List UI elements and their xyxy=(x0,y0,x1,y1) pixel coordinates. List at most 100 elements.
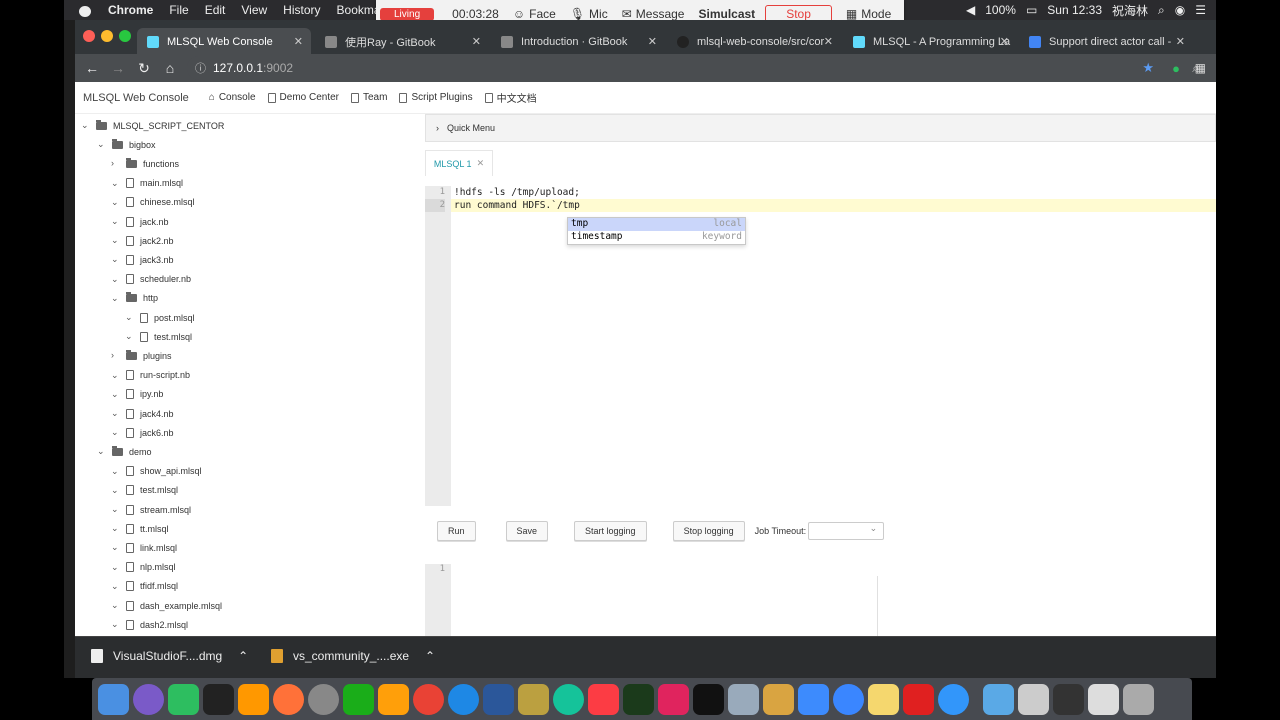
system-preferences-icon[interactable] xyxy=(308,683,339,715)
face-toggle[interactable]: ☺ Face xyxy=(513,7,556,21)
tree-file[interactable]: ⌄ scheduler.nb xyxy=(111,270,191,289)
save-button[interactable]: Save xyxy=(505,521,549,541)
download-item[interactable]: VisualStudioF....dmg ⌃ xyxy=(91,649,248,663)
tree-file[interactable]: ⌄ run-script.nb xyxy=(111,366,190,385)
safari-icon[interactable] xyxy=(448,683,479,715)
preview-icon[interactable] xyxy=(728,683,759,715)
siri-icon[interactable]: ◉ xyxy=(1175,3,1185,17)
forward-icon[interactable]: → xyxy=(105,60,131,76)
tree-file[interactable]: ⌄ dash_example.mlsql xyxy=(111,596,222,615)
tab-gitbook-ray[interactable]: 使用Ray - GitBook ✕ xyxy=(315,28,489,56)
chevron-down-icon[interactable]: ⌄ xyxy=(111,274,120,284)
notes-icon[interactable] xyxy=(868,683,899,715)
chevron-down-icon[interactable]: ⌄ xyxy=(111,217,120,226)
reload-icon[interactable]: ↻ xyxy=(131,60,157,77)
tree-file[interactable]: ⌄ nlp.mlsql xyxy=(111,558,176,577)
download-item[interactable]: vs_community_....exe ⌃ xyxy=(271,649,435,663)
chevron-down-icon[interactable]: ⌄ xyxy=(125,313,134,322)
close-tab-icon[interactable]: ✕ xyxy=(472,35,481,48)
battery-percent[interactable]: 100% xyxy=(985,3,1016,17)
address-bar[interactable]: ⓘ 127.0.0.1:9002 ⌕ xyxy=(187,56,1207,80)
sublime-text-icon[interactable] xyxy=(238,683,269,715)
close-tab-icon[interactable]: ✕ xyxy=(1176,35,1185,48)
tree-file[interactable]: ⌄ show_api.mlsql xyxy=(111,462,202,481)
chevron-down-icon[interactable]: ⌄ xyxy=(111,389,120,399)
tree-folder[interactable]: › functions xyxy=(111,154,179,173)
mode-button[interactable]: ▦ Mode xyxy=(846,7,891,21)
nav-demo-center[interactable]: Demo Center xyxy=(267,92,339,103)
chevron-down-icon[interactable]: ⌄ xyxy=(111,524,120,533)
tree-folder[interactable]: › plugins xyxy=(111,346,172,365)
back-icon[interactable]: ← xyxy=(79,60,105,76)
chevron-down-icon[interactable]: ⌄ xyxy=(111,370,120,380)
finder-icon[interactable] xyxy=(98,683,129,715)
sequel-icon[interactable] xyxy=(763,683,794,715)
spotlight-icon[interactable]: ⌕ xyxy=(1158,3,1165,18)
chevron-up-icon[interactable]: ⌃ xyxy=(238,649,248,663)
chevron-down-icon[interactable]: ⌄ xyxy=(111,466,120,476)
run-button[interactable]: Run xyxy=(437,521,476,541)
keychain-icon[interactable] xyxy=(518,683,549,715)
tree-file[interactable]: ⌄ test.mlsql xyxy=(125,327,192,346)
intellij-icon[interactable] xyxy=(658,683,689,715)
chevron-down-icon[interactable]: ⌄ xyxy=(111,562,120,572)
clock[interactable]: Sun 12:33 xyxy=(1047,3,1102,17)
tab-google-docs[interactable]: Support direct actor call - ✕ xyxy=(1019,28,1193,56)
autocomplete-item[interactable]: timestamp keyword xyxy=(568,231,745,244)
editor-tab[interactable]: MLSQL 1 ✕ xyxy=(425,150,493,176)
tree-file[interactable]: ⌄ ipy.nb xyxy=(111,385,163,404)
tree-file[interactable]: ⌄ jack6.nb xyxy=(111,423,174,442)
folder-icon[interactable] xyxy=(983,683,1014,715)
tree-file[interactable]: ⌄ jack3.nb xyxy=(111,250,174,269)
info-icon[interactable]: ⓘ xyxy=(195,60,206,76)
message-toggle[interactable]: ✉ Message xyxy=(622,7,685,21)
keynote-icon[interactable] xyxy=(798,683,829,715)
user-name[interactable]: 祝海林 xyxy=(1112,2,1148,19)
brand-title[interactable]: MLSQL Web Console xyxy=(83,92,189,104)
tree-file[interactable]: ⌄ tfidf.mlsql xyxy=(111,577,178,596)
menu-history[interactable]: History xyxy=(275,3,328,17)
code-content[interactable]: !hdfs -ls /tmp/upload; run command HDFS.… xyxy=(454,186,580,212)
qr-extension-icon[interactable]: ▦ xyxy=(1195,61,1206,75)
chevron-right-icon[interactable]: › xyxy=(111,351,120,360)
evernote-icon[interactable] xyxy=(168,683,199,715)
menu-app-name[interactable]: Chrome xyxy=(100,3,161,17)
youdao-icon[interactable] xyxy=(903,683,934,715)
chevron-down-icon[interactable]: ⌄ xyxy=(111,428,120,437)
tree-file[interactable]: ⌄ post.mlsql xyxy=(125,308,195,327)
chevron-down-icon[interactable]: ⌄ xyxy=(111,543,120,552)
close-tab-icon[interactable]: ✕ xyxy=(824,35,833,48)
volume-icon[interactable]: ◀ xyxy=(966,3,975,17)
chevron-down-icon[interactable]: ⌄ xyxy=(97,447,106,456)
chevron-down-icon[interactable]: ⌄ xyxy=(111,197,120,207)
close-tab-icon[interactable]: ✕ xyxy=(294,35,303,48)
grammarly-icon[interactable] xyxy=(553,683,584,715)
chevron-down-icon[interactable]: ⌄ xyxy=(111,485,120,495)
job-timeout-select[interactable] xyxy=(808,522,885,540)
feishu-icon[interactable] xyxy=(833,683,864,715)
wechat-icon[interactable] xyxy=(343,683,374,715)
tree-folder[interactable]: ⌄ bigbox xyxy=(97,135,156,154)
firefox-icon[interactable] xyxy=(273,683,304,715)
autocomplete-item[interactable]: tmp local xyxy=(568,218,745,231)
tree-file[interactable]: ⌄ jack4.nb xyxy=(111,404,174,423)
chevron-down-icon[interactable]: ⌄ xyxy=(81,121,90,130)
terminal-icon[interactable] xyxy=(693,683,724,715)
tree-file[interactable]: ⌄ chinese.mlsql xyxy=(111,193,195,212)
bookmark-star-icon[interactable]: ★ xyxy=(1142,60,1154,76)
quick-menu[interactable]: › Quick Menu xyxy=(425,114,1216,142)
chevron-down-icon[interactable]: ⌄ xyxy=(111,255,120,264)
tree-file[interactable]: ⌄ tt.mlsql xyxy=(111,519,169,538)
chevron-up-icon[interactable]: ⌃ xyxy=(425,649,435,663)
chevron-right-icon[interactable]: › xyxy=(111,159,120,168)
code-editor[interactable]: 1 2 !hdfs -ls /tmp/upload; run command H… xyxy=(425,186,1216,506)
tree-root[interactable]: ⌄ MLSQL_SCRIPT_CENTOR xyxy=(81,116,224,135)
tree-file[interactable]: ⌄ link.mlsql xyxy=(111,538,177,557)
home-icon[interactable]: ⌂ xyxy=(157,60,183,76)
tab-gitbook-intro[interactable]: Introduction · GitBook ✕ xyxy=(491,28,665,56)
chevron-down-icon[interactable]: ⌄ xyxy=(111,293,120,303)
dingtalk-icon[interactable] xyxy=(938,683,969,715)
archive-icon[interactable] xyxy=(1018,683,1049,715)
chevron-down-icon[interactable]: ⌄ xyxy=(111,236,120,245)
output-panel[interactable]: 1 xyxy=(425,564,1216,636)
